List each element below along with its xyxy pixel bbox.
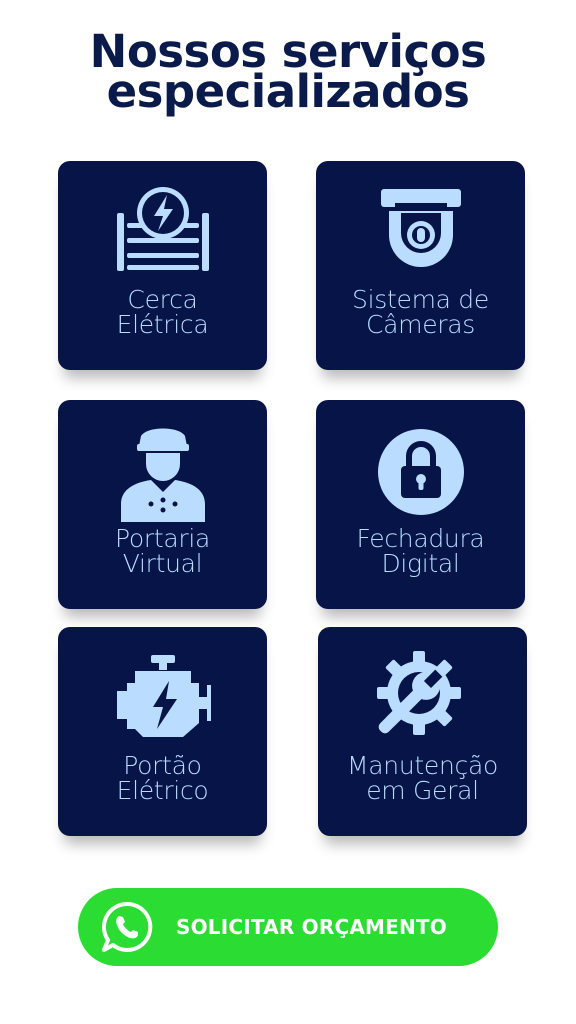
service-label: Manutenção em Geral [347, 751, 498, 805]
solicitar-orcamento-button[interactable]: SOLICITAR ORÇAMENTO [78, 888, 498, 966]
gear-wrench-icon [373, 649, 473, 749]
service-card-portaria-virtual[interactable]: Portaria Virtual [58, 400, 267, 609]
service-card-cerca-eletrica[interactable]: Cerca Elétrica [58, 161, 267, 370]
page-title: Nossos serviços especializados [0, 29, 576, 118]
security-camera-icon [371, 183, 471, 283]
electric-fence-icon [113, 183, 213, 283]
service-label: Cerca Elétrica [116, 285, 209, 339]
service-card-portao-eletrico[interactable]: Portão Elétrico [58, 627, 267, 836]
doorman-icon [113, 422, 213, 522]
service-label: Fechadura Digital [356, 524, 485, 578]
whatsapp-icon [100, 900, 154, 954]
service-label: Sistema de Câmeras [352, 285, 489, 339]
service-card-sistema-de-cameras[interactable]: Sistema de Câmeras [316, 161, 525, 370]
cta-label: SOLICITAR ORÇAMENTO [176, 915, 447, 939]
service-card-fechadura-digital[interactable]: Fechadura Digital [316, 400, 525, 609]
service-label: Portaria Virtual [114, 524, 211, 578]
service-label: Portão Elétrico [116, 751, 209, 805]
page-title-line2: especializados [106, 65, 470, 118]
lock-icon [371, 422, 471, 522]
electric-motor-icon [113, 649, 213, 749]
service-card-manutencao-em-geral[interactable]: Manutenção em Geral [318, 627, 527, 836]
